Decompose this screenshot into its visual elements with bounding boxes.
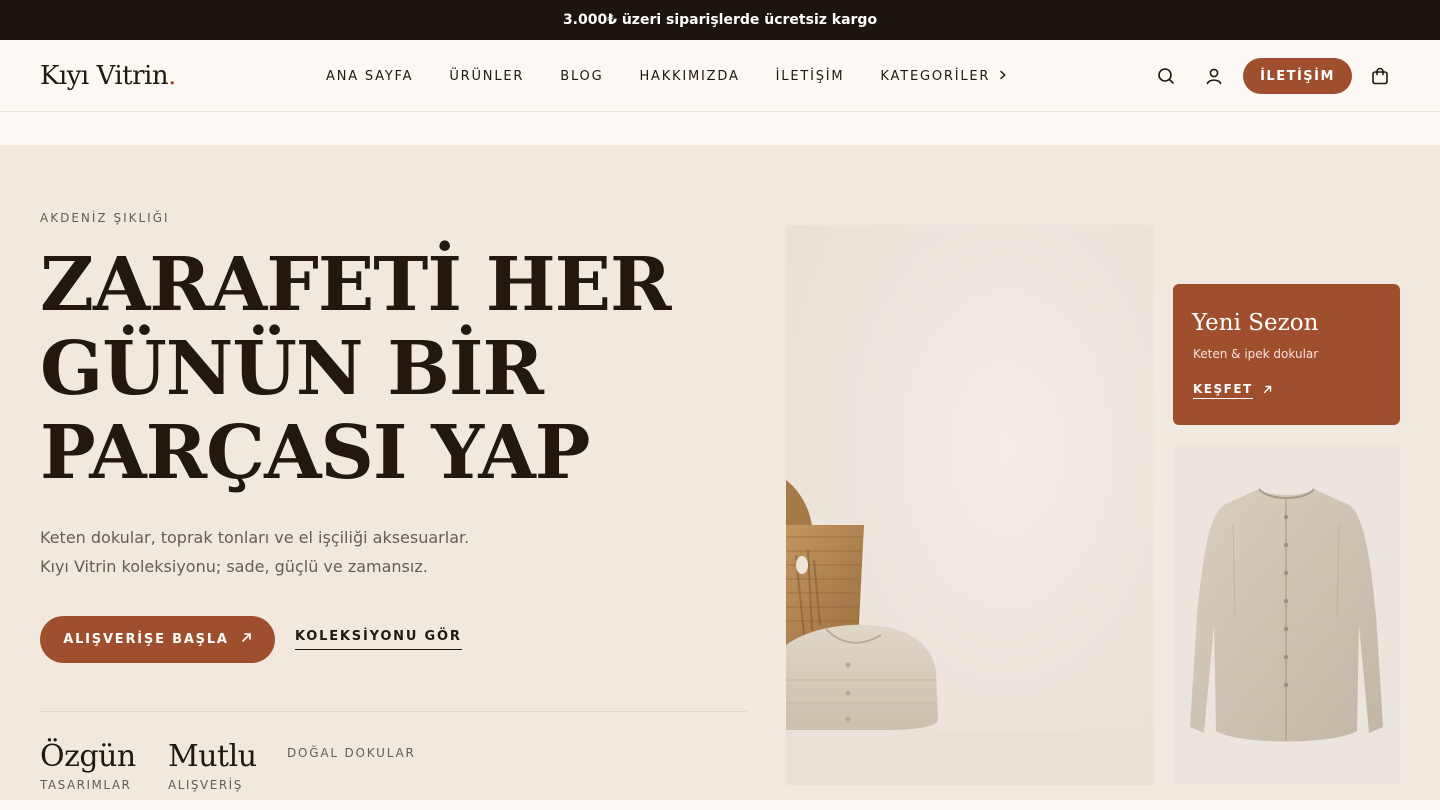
nav-item-label: HAKKIMIZDA — [639, 68, 740, 84]
stat-designs: Özgün TASARIMLAR — [40, 739, 136, 792]
hero-divider — [40, 711, 747, 712]
nav-item-categories[interactable]: KATEGORİLER — [880, 68, 1008, 84]
search-icon[interactable] — [1153, 63, 1179, 89]
stat-shopping: Mutlu ALIŞVERİŞ — [168, 739, 257, 792]
announcement-bar: 3.000₺ üzeri siparişlerde ücretsiz kargo — [0, 0, 1440, 40]
explore-label: KEŞFET — [1193, 382, 1253, 399]
new-season-card[interactable]: Yeni Sezon Keten & ipek dokular KEŞFET — [1173, 284, 1400, 425]
user-icon[interactable] — [1201, 63, 1227, 89]
straw-bag-and-shirt-image — [786, 480, 1154, 785]
nav-item-products[interactable]: ÜRÜNLER — [449, 69, 524, 84]
start-shopping-button[interactable]: ALIŞVERİŞE BAŞLA — [40, 616, 275, 663]
announcement-text: 3.000₺ üzeri siparişlerde ücretsiz kargo — [562, 12, 878, 28]
hero-headline: ZARAFETİ HER GÜNÜN BİR PARÇASI YAP — [40, 243, 740, 495]
contact-button[interactable]: İLETİŞİM — [1243, 58, 1352, 94]
nav-item-label: BLOG — [560, 68, 604, 84]
nav-item-label: İLETİŞİM — [775, 68, 845, 84]
cart-icon[interactable] — [1367, 63, 1393, 89]
stat-label: ALIŞVERİŞ — [168, 778, 243, 792]
hero-eyebrow: AKDENİZ ŞIKLIĞI — [40, 211, 170, 225]
chevron-right-icon — [998, 68, 1008, 84]
promo-subtitle: Keten & ipek dokular — [1193, 347, 1319, 361]
shirt-illustration — [1190, 488, 1383, 742]
headline-line: PARÇASI YAP — [40, 410, 590, 496]
nav-item-label: KATEGORİLER — [880, 68, 991, 84]
brand-name: Kıyı Vitrin — [40, 61, 169, 91]
stat-value: Özgün — [40, 739, 136, 774]
nav-item-contact[interactable]: İLETİŞİM — [776, 69, 845, 84]
nav-item-about[interactable]: HAKKIMIZDA — [639, 69, 739, 84]
hero-subtext: Keten dokular, toprak tonları ve el işçi… — [40, 528, 470, 576]
main-nav: ANA SAYFA ÜRÜNLER BLOG HAKKIMIZDA İLETİŞ… — [326, 40, 1008, 112]
promo-title: Yeni Sezon — [1192, 310, 1319, 336]
hero-section: AKDENİZ ŞIKLIĞI ZARAFETİ HER GÜNÜN BİR P… — [0, 145, 1440, 800]
headline-line: ZARAFETİ HER — [40, 242, 672, 328]
brand-dot: . — [168, 61, 176, 91]
nav-item-label: ANA SAYFA — [326, 68, 414, 84]
nav-item-blog[interactable]: BLOG — [560, 69, 603, 84]
stat-value: Mutlu — [168, 739, 257, 774]
start-shopping-label: ALIŞVERİŞE BAŞLA — [63, 632, 229, 647]
site-header: Kıyı Vitrin. ANA SAYFA ÜRÜNLER BLOG HAKK… — [0, 40, 1440, 112]
explore-link[interactable]: KEŞFET — [1193, 382, 1272, 399]
hero-product-image — [786, 225, 1154, 785]
stat-label: TASARIMLAR — [40, 778, 132, 792]
arrow-up-right-icon — [1263, 384, 1272, 397]
nav-item-home[interactable]: ANA SAYFA — [326, 69, 413, 84]
stat-tag: DOĞAL DOKULAR — [287, 746, 416, 760]
arrow-up-right-icon — [241, 632, 252, 647]
view-collection-link[interactable]: KOLEKSİYONU GÖR — [295, 629, 462, 650]
headline-line: GÜNÜN BİR — [40, 326, 544, 412]
linen-shirt-image[interactable] — [1173, 445, 1400, 785]
brand-logo[interactable]: Kıyı Vitrin. — [40, 61, 176, 91]
nav-item-label: ÜRÜNLER — [449, 68, 525, 84]
